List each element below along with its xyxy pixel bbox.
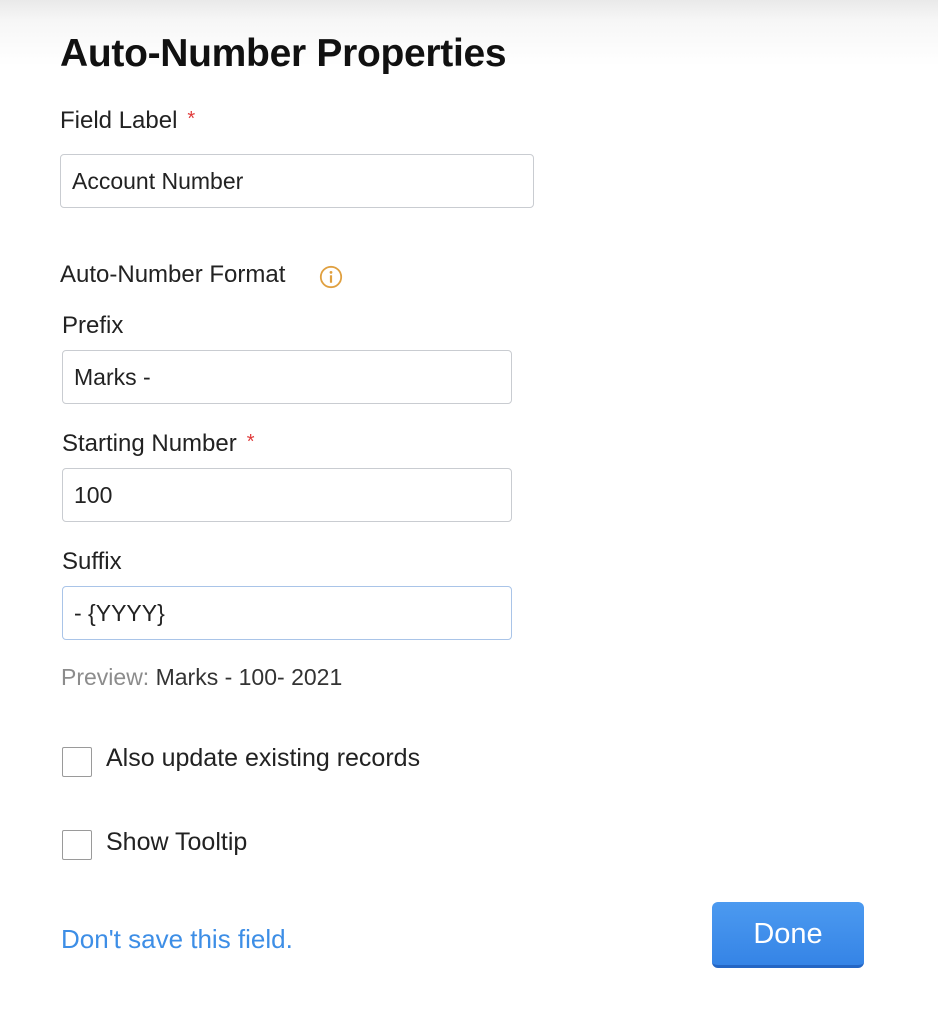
dialog-title: Auto-Number Properties (60, 32, 507, 75)
auto-number-format-heading: Auto-Number Format (60, 261, 286, 288)
suffix-input[interactable] (62, 586, 512, 640)
show-tooltip-checkbox[interactable] (62, 830, 92, 860)
done-button[interactable]: Done (712, 902, 864, 968)
suffix-label: Suffix (62, 548, 122, 575)
starting-number-input[interactable] (62, 468, 512, 522)
dialog-content: Auto-Number Properties Field Label * Auto… (0, 0, 938, 1028)
starting-number-heading: Starting Number * (62, 430, 255, 458)
required-asterisk: * (187, 108, 196, 130)
update-existing-label[interactable]: Also update existing records (106, 744, 420, 773)
update-existing-checkbox[interactable] (62, 747, 92, 777)
field-label-input[interactable] (60, 154, 534, 208)
starting-number-label: Starting Number (62, 430, 237, 457)
required-asterisk: * (246, 431, 255, 453)
prefix-label: Prefix (62, 312, 124, 339)
preview-label: Preview: (61, 664, 150, 690)
dont-save-field-link[interactable]: Don't save this field. (61, 924, 293, 955)
auto-number-properties-dialog: Auto-Number Properties Field Label * Auto… (0, 0, 938, 1028)
field-label-text: Field Label (60, 107, 178, 134)
format-preview: Preview: Marks - 100- 2021 (61, 664, 342, 691)
prefix-input[interactable] (62, 350, 512, 404)
info-circle-icon[interactable] (319, 265, 343, 289)
field-label-heading: Field Label * (60, 107, 195, 135)
preview-value: Marks - 100- 2021 (155, 664, 343, 690)
show-tooltip-label[interactable]: Show Tooltip (106, 828, 247, 857)
